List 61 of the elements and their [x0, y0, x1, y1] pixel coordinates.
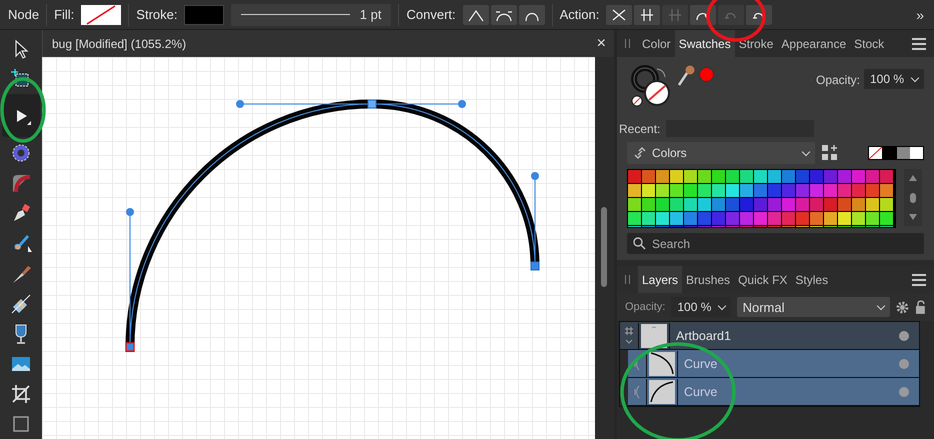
action-button[interactable] — [634, 4, 660, 24]
search-field[interactable]: Search — [627, 233, 924, 254]
menu-icon[interactable] — [912, 38, 926, 50]
panel-tab[interactable]: Brushes — [682, 266, 734, 293]
panel-tab[interactable]: Stroke — [734, 30, 778, 57]
swatch-scrollbar[interactable] — [904, 169, 922, 226]
gear-icon — [10, 142, 32, 164]
document-tab-title[interactable]: bug [Modified] (1055.2%) — [52, 36, 186, 50]
swatch-palette-drawing[interactable] — [627, 169, 896, 228]
overflow-button[interactable]: » — [914, 6, 926, 22]
lock-icon[interactable] — [915, 300, 926, 314]
layer-name: Artboard1 — [676, 328, 731, 342]
crop-icon — [10, 383, 32, 406]
menu-icon[interactable] — [912, 274, 926, 286]
close-button[interactable]: × — [596, 34, 606, 52]
layer-thumbnail — [646, 350, 678, 376]
stroke-swatch[interactable] — [184, 4, 224, 24]
panel-tab[interactable]: Swatches — [674, 30, 735, 57]
convert-button[interactable] — [518, 4, 545, 24]
add-palette-icon[interactable] — [822, 145, 838, 161]
visibility-dot[interactable] — [899, 358, 909, 368]
convert-button[interactable] — [490, 4, 517, 24]
stroke-width-field[interactable]: 1 pt — [231, 4, 392, 26]
panel-tab[interactable]: Quick FX — [734, 266, 792, 293]
fill-label: Fill: — [54, 7, 74, 22]
current-color-dot[interactable] — [699, 67, 714, 82]
basic-colors-strip[interactable] — [868, 146, 924, 160]
action-button[interactable] — [606, 4, 632, 24]
opacity-label: Opacity: — [625, 301, 666, 313]
blend-mode-dropdown[interactable]: Normal — [736, 297, 890, 317]
panel-tab[interactable]: Styles — [791, 266, 832, 293]
layer-name: Curve — [684, 356, 718, 370]
stroke-label: Stroke: — [136, 7, 178, 22]
opacity-dropdown[interactable]: 100 % — [864, 69, 924, 89]
color-picker-icon[interactable] — [677, 65, 695, 87]
palette-dropdown[interactable]: Colors — [627, 142, 815, 164]
visibility-dot[interactable] — [899, 386, 909, 396]
panel-tab[interactable]: Layers — [638, 266, 682, 293]
recent-label: Recent: — [619, 122, 660, 136]
link-icon — [633, 146, 647, 160]
layer-row[interactable]: Artboard1 — [620, 322, 919, 350]
artboard-grid-icon — [624, 326, 634, 346]
visibility-dot[interactable] — [899, 330, 909, 340]
curve-layer-icon — [632, 384, 642, 398]
opacity-dropdown[interactable]: 100 % — [671, 297, 731, 317]
cusp-icon — [466, 8, 485, 22]
layer-name: Curve — [684, 384, 718, 398]
settings-icon[interactable] — [896, 300, 910, 314]
panel-tab[interactable]: Color — [638, 30, 675, 57]
bezier-curve-drawing[interactable] — [125, 100, 540, 352]
fill-stroke-selector-icon[interactable] — [631, 65, 673, 107]
panel-tab[interactable]: Stock — [850, 30, 888, 57]
mode-label: Node — [8, 7, 40, 22]
pencil-icon — [10, 292, 32, 315]
fill-swatch[interactable] — [81, 4, 122, 24]
opacity-label: Opacity: — [816, 73, 860, 87]
panel-tab[interactable]: Appearance — [777, 30, 850, 57]
action-label: Action: — [560, 7, 600, 22]
convert-button[interactable] — [462, 4, 489, 24]
convert-label: Convert: — [406, 7, 456, 22]
layer-thumbnail — [646, 378, 678, 404]
